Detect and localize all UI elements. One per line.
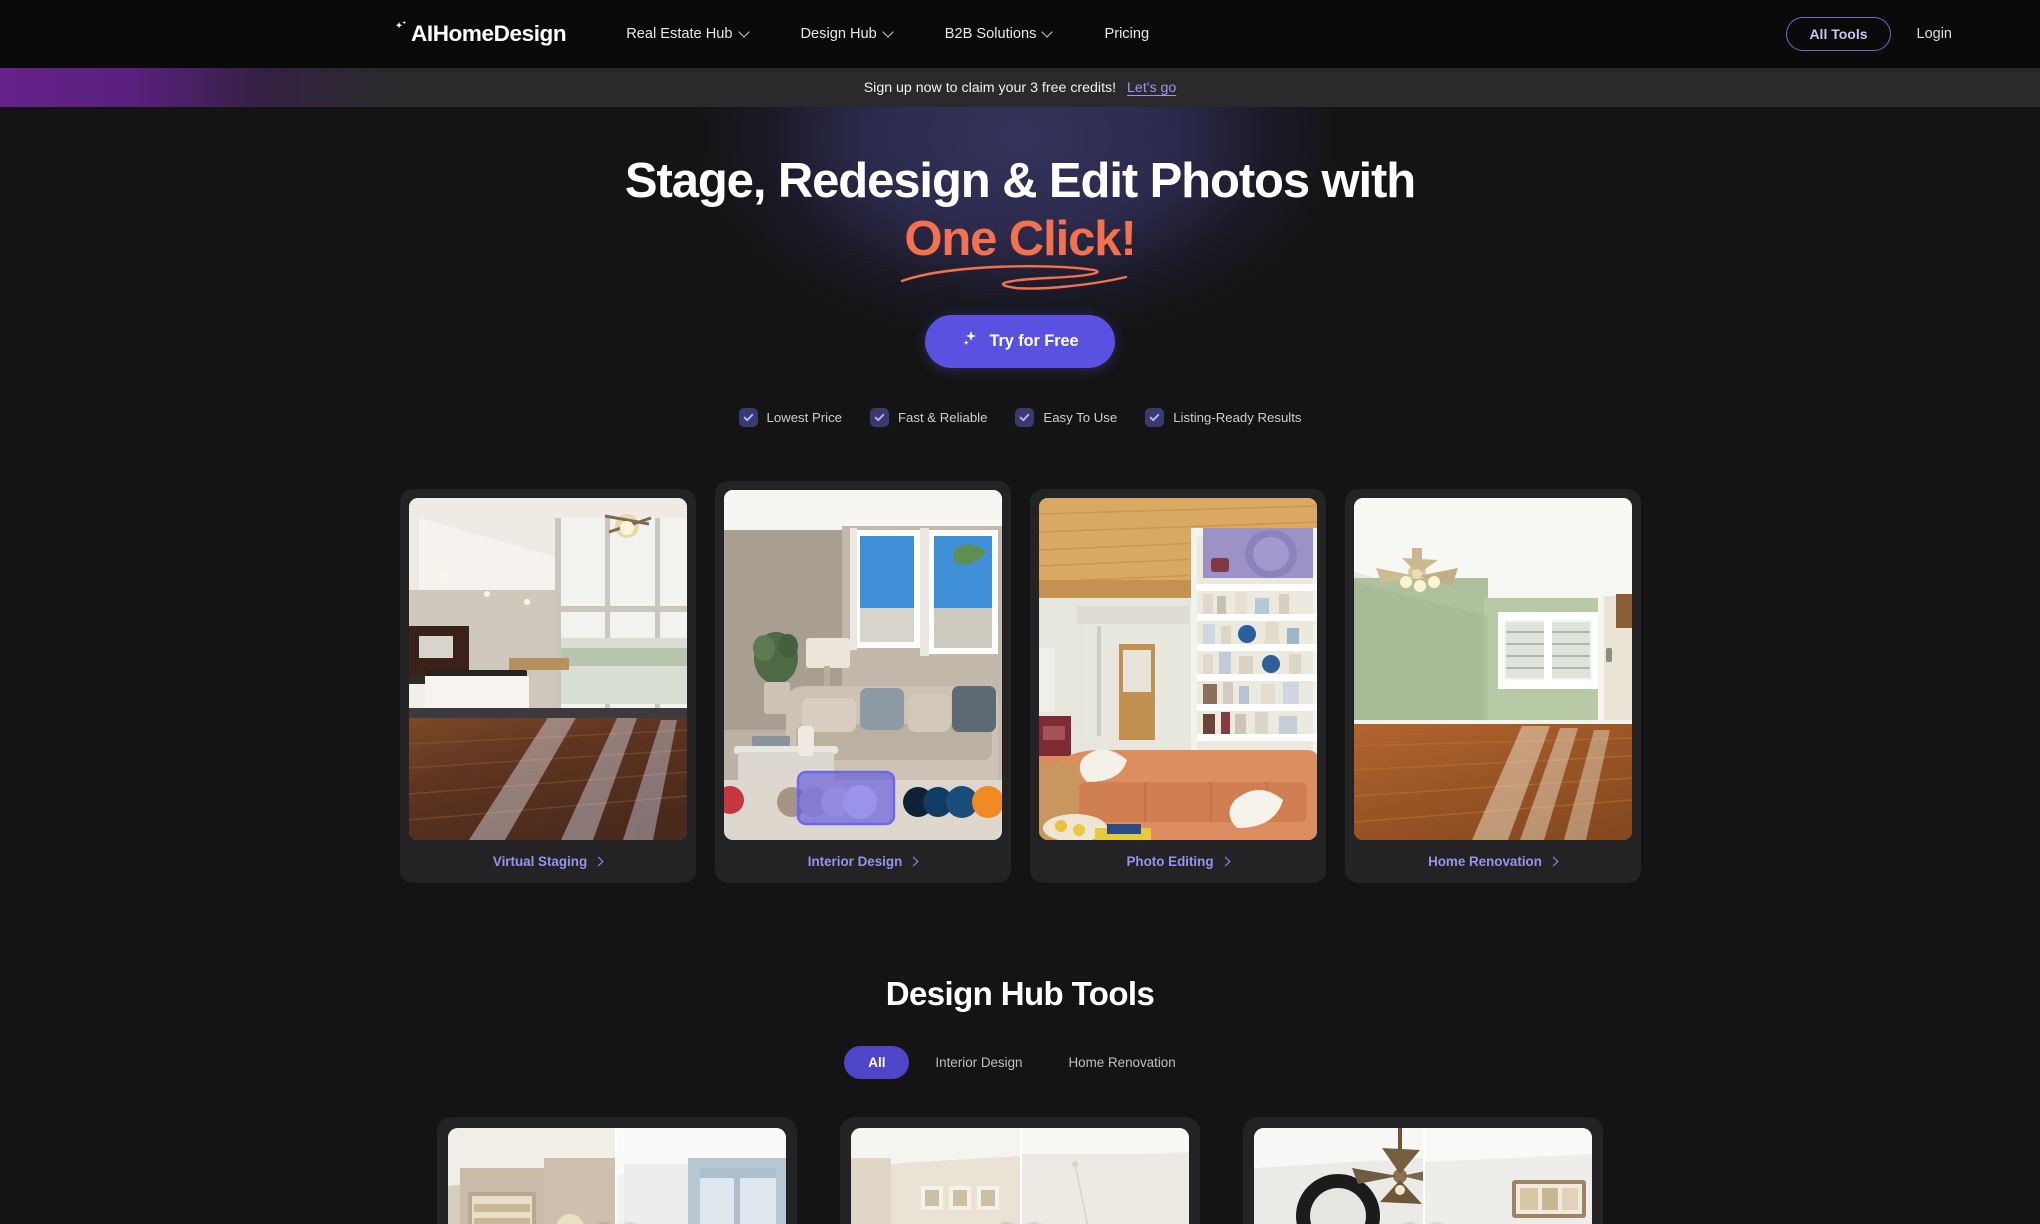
tool-card[interactable] (437, 1116, 797, 1224)
category-card-home-renovation[interactable]: Home Renovation (1344, 488, 1641, 883)
category-card-virtual-staging[interactable]: Virtual Staging (399, 488, 696, 883)
before-after-thumbnail (851, 1127, 1189, 1224)
chevron-down-icon (884, 28, 893, 37)
nav-item-label: Real Estate Hub (626, 26, 733, 42)
site-logo[interactable]: AIHomeDesign (395, 20, 567, 47)
all-tools-button[interactable]: All Tools (1786, 17, 1891, 51)
check-icon (738, 407, 758, 427)
login-link[interactable]: Login (1917, 26, 1952, 42)
card-thumbnail (1353, 497, 1632, 840)
feature-listing-ready-results: Listing-Ready Results (1145, 407, 1302, 427)
announcement-text: Sign up now to claim your 3 free credits… (863, 79, 1117, 96)
category-card-row: Virtual Staging Interior Design Photo Ed… (0, 480, 2040, 883)
nav-links: Real Estate Hub Design Hub B2B Solutions… (626, 26, 1175, 42)
category-card-photo-editing[interactable]: Photo Editing (1029, 488, 1326, 883)
scene-green-room-renovation (1353, 497, 1632, 840)
card-thumbnail (1038, 497, 1317, 840)
category-card-label[interactable]: Interior Design (724, 840, 1002, 883)
card-thumbnail (408, 497, 687, 840)
tab-interior-design[interactable]: Interior Design (915, 1046, 1042, 1079)
tool-card-row (0, 1116, 2040, 1224)
chevron-right-icon (1548, 856, 1559, 867)
tools-filter-tabs: All Interior Design Home Renovation (0, 1045, 2040, 1079)
feature-easy-to-use: Easy To Use (1015, 407, 1118, 427)
category-card-label-text: Home Renovation (1428, 853, 1542, 869)
category-card-label[interactable]: Home Renovation (1354, 840, 1632, 883)
chevron-down-icon (1043, 28, 1052, 37)
tool-card[interactable] (840, 1116, 1200, 1224)
feature-lowest-price: Lowest Price (738, 407, 843, 427)
category-card-label[interactable]: Photo Editing (1039, 840, 1317, 883)
before-after-divider[interactable] (615, 1127, 617, 1224)
hero-feature-list: Lowest Price Fast & Reliable Easy To Use… (0, 407, 2040, 427)
hero-heading-line1: Stage, Redesign & Edit Photos with (624, 154, 1416, 208)
feature-fast-reliable: Fast & Reliable (870, 407, 988, 427)
check-icon (1145, 407, 1165, 427)
announcement-gradient-accent (0, 68, 390, 107)
sparkle-icon (961, 330, 979, 353)
nav-item-label: B2B Solutions (944, 26, 1037, 42)
category-card-label[interactable]: Virtual Staging (409, 840, 687, 883)
feature-label: Listing-Ready Results (1173, 409, 1302, 425)
feature-label: Fast & Reliable (898, 409, 988, 425)
category-card-interior-design[interactable]: Interior Design (714, 480, 1011, 883)
category-card-label-text: Photo Editing (1126, 853, 1214, 869)
before-after-divider[interactable] (1020, 1127, 1022, 1224)
try-for-free-label: Try for Free (989, 331, 1079, 350)
check-icon (870, 407, 889, 427)
logo-text: AIHomeDesign (411, 21, 567, 46)
announcement-bar: Sign up now to claim your 3 free credits… (0, 68, 2040, 107)
scene-kitchen-dining-before-after (448, 1127, 786, 1224)
hero-cta-row: Try for Free (0, 314, 2040, 368)
nav-item-label: Design Hub (800, 26, 877, 42)
before-after-divider[interactable] (1423, 1127, 1425, 1224)
chevron-right-icon (593, 856, 604, 867)
feature-label: Lowest Price (766, 409, 843, 425)
sparkle-icon (395, 20, 410, 45)
design-hub-tools-section: Design Hub Tools All Interior Design Hom… (0, 975, 2040, 1224)
chevron-right-icon (908, 856, 919, 867)
check-icon (1015, 407, 1035, 427)
tab-home-renovation[interactable]: Home Renovation (1049, 1046, 1196, 1079)
navbar-inner: AIHomeDesign Real Estate Hub Design Hub … (0, 17, 2040, 51)
hero-heading: Stage, Redesign & Edit Photos with One C… (0, 153, 2040, 290)
hero-content: Stage, Redesign & Edit Photos with One C… (0, 153, 2040, 427)
scene-staged-living-room (723, 489, 1002, 840)
chevron-right-icon (1220, 856, 1230, 867)
before-after-thumbnail (448, 1127, 786, 1224)
feature-label: Easy To Use (1043, 409, 1118, 425)
hero-heading-highlight-wrap: One Click! (901, 211, 1137, 290)
nav-item-b2b-solutions[interactable]: B2B Solutions (919, 26, 1079, 42)
try-for-free-button[interactable]: Try for Free (925, 314, 1115, 368)
announcement-cta-link[interactable]: Let's go (1127, 80, 1176, 96)
navbar-actions: All Tools Login (1786, 17, 1988, 51)
top-navbar: AIHomeDesign Real Estate Hub Design Hub … (0, 0, 2040, 68)
nav-item-design-hub[interactable]: Design Hub (775, 26, 919, 42)
scene-empty-living-room (408, 497, 687, 840)
tab-all[interactable]: All (844, 1045, 910, 1079)
chevron-down-icon (740, 28, 749, 37)
hero-section: Stage, Redesign & Edit Photos with One C… (0, 107, 2040, 883)
hero-heading-highlight: One Click! (904, 211, 1136, 266)
card-thumbnail (723, 489, 1002, 840)
before-after-thumbnail (1254, 1127, 1592, 1224)
nav-item-real-estate-hub[interactable]: Real Estate Hub (626, 26, 774, 42)
scene-wood-ceiling-bookshelf (1038, 497, 1317, 840)
section-title: Design Hub Tools (885, 974, 1155, 1012)
category-card-label-text: Interior Design (807, 853, 903, 869)
tool-card[interactable] (1243, 1116, 1603, 1224)
nav-item-pricing[interactable]: Pricing (1078, 26, 1175, 42)
category-card-label-text: Virtual Staging (492, 853, 588, 869)
nav-item-label: Pricing (1104, 26, 1150, 42)
